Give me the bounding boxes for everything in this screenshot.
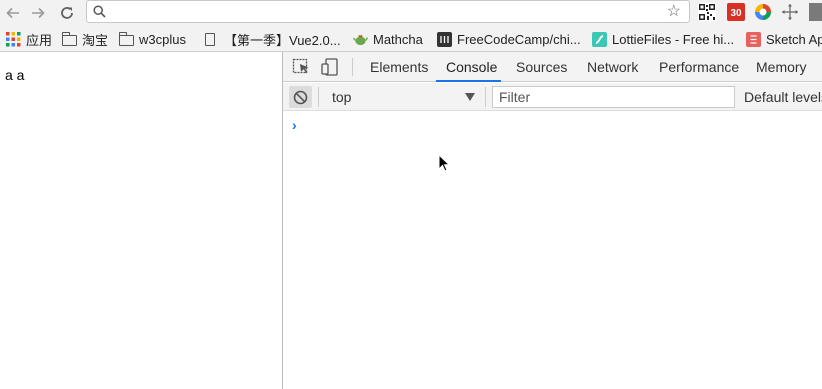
bookmarks-bar: 应用 淘宝 w3cplus 【第一季】Vue2.0... Mathcha Fre…: [0, 26, 822, 52]
console-prompt-icon: ›: [292, 117, 297, 133]
arrow-right-icon: [32, 7, 45, 19]
bookmark-apps[interactable]: 应用: [6, 30, 52, 48]
bookmark-label: 应用: [26, 32, 53, 48]
browser-toolbar: ☆ 30: [0, 0, 822, 26]
tab-sources[interactable]: Sources: [516, 52, 567, 82]
bookmark-taobao[interactable]: 淘宝: [62, 30, 108, 48]
color-wheel-icon[interactable]: [754, 3, 772, 21]
star-icon[interactable]: ☆: [667, 3, 681, 20]
bookmark-label: FreeCodeCamp/chi...: [457, 31, 581, 47]
filter-input[interactable]: [493, 87, 734, 107]
device-toolbar-icon[interactable]: [320, 58, 340, 76]
tab-network[interactable]: Network: [587, 52, 638, 82]
back-button[interactable]: [3, 3, 23, 23]
github-dark-icon: [437, 31, 452, 47]
arrow-left-icon: [6, 7, 19, 19]
tab-performance[interactable]: Performance: [659, 52, 739, 82]
active-tab-indicator: [436, 80, 501, 82]
bookmark-label: Sketch Ap: [766, 31, 822, 47]
console-toolbar: top Default levels: [283, 83, 822, 111]
page-viewport: a a: [0, 52, 282, 389]
apps-grid-icon: [6, 31, 21, 46]
teapot-icon: [353, 34, 368, 45]
sketch-icon: [746, 31, 761, 47]
page-text: a a: [5, 67, 25, 83]
mouse-pointer-icon: [438, 154, 450, 172]
calendar-day-label: 30: [730, 8, 742, 19]
bookmark-mathcha[interactable]: Mathcha: [353, 30, 423, 48]
bookmark-w3cplus[interactable]: w3cplus: [119, 30, 186, 48]
reload-button[interactable]: [57, 3, 77, 23]
bookmark-label: 【第一季】Vue2.0...: [224, 32, 341, 48]
bookmark-label: LottieFiles - Free hi...: [612, 31, 735, 47]
tab-memory[interactable]: Memory: [756, 52, 807, 82]
gray-square-icon[interactable]: [809, 3, 822, 21]
bookmark-label: 淘宝: [82, 32, 109, 48]
dropdown-caret-icon: [465, 93, 475, 101]
inspect-element-icon[interactable]: [292, 58, 312, 76]
search-icon: [93, 5, 106, 18]
clear-console-button[interactable]: [289, 86, 312, 108]
move-cross-icon[interactable]: [781, 3, 799, 21]
bookmark-freecodecamp[interactable]: FreeCodeCamp/chi...: [437, 30, 581, 48]
console-output[interactable]: ›: [283, 112, 822, 389]
toolbar-divider: [318, 87, 319, 107]
address-input[interactable]: [111, 2, 651, 21]
reload-icon: [61, 7, 73, 19]
filter-field[interactable]: [492, 86, 735, 108]
tab-divider: [352, 58, 353, 76]
folder-icon: [119, 31, 134, 46]
forward-button[interactable]: [28, 3, 48, 23]
devtools-tabbar: Elements Console Sources Network Perform…: [283, 52, 822, 82]
document-icon: [205, 32, 215, 46]
tab-console[interactable]: Console: [446, 52, 497, 82]
bookmark-label: Mathcha: [373, 31, 423, 47]
context-value: top: [332, 89, 352, 105]
lottie-icon: [592, 31, 607, 47]
bookmark-label: w3cplus: [139, 31, 186, 47]
toolbar-divider: [485, 87, 486, 107]
folder-icon: [62, 31, 77, 46]
tab-elements[interactable]: Elements: [370, 52, 428, 82]
bookmark-sketch[interactable]: Sketch Ap: [746, 30, 822, 48]
log-levels-dropdown[interactable]: Default levels: [744, 89, 822, 105]
address-bar[interactable]: ☆: [86, 0, 690, 23]
calendar-30-icon[interactable]: 30: [727, 3, 745, 21]
context-selector[interactable]: top: [323, 86, 479, 108]
bookmark-vue[interactable]: 【第一季】Vue2.0...: [202, 30, 341, 48]
bookmark-lottiefiles[interactable]: LottieFiles - Free hi...: [592, 30, 734, 48]
devtools-panel: Elements Console Sources Network Perform…: [282, 52, 822, 389]
block-icon: [293, 90, 308, 104]
qr-code-icon[interactable]: [698, 3, 716, 21]
